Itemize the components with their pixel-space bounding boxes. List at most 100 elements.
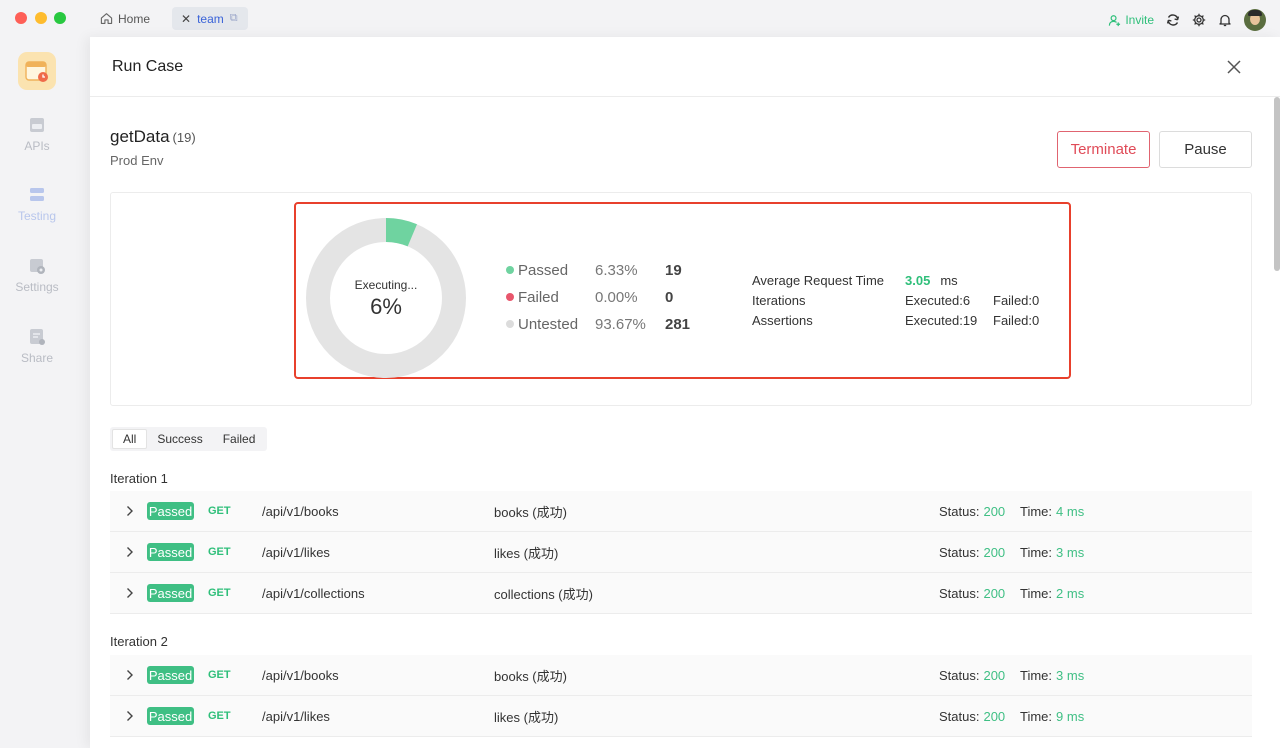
close-icon[interactable] bbox=[1226, 59, 1242, 75]
http-method: GET bbox=[208, 546, 231, 558]
sidebar-item-label: Testing bbox=[17, 209, 57, 223]
add-user-icon bbox=[1109, 14, 1121, 26]
request-path: /api/v1/books bbox=[262, 667, 339, 683]
iteration-title: Iteration 1 bbox=[110, 471, 168, 486]
table-row[interactable]: Passed GET /api/v1/likes likes (成功) Stat… bbox=[110, 532, 1252, 573]
metric-value: 3.05 ms bbox=[905, 273, 958, 288]
sidebar: APIs Testing Settings Share bbox=[0, 37, 90, 748]
sidebar-item-label: Settings bbox=[15, 280, 59, 294]
chevron-right-icon[interactable] bbox=[126, 573, 136, 613]
filter-success[interactable]: Success bbox=[147, 429, 212, 449]
legend-untested: Untested 93.67% 281 bbox=[506, 314, 690, 334]
time-label: Time: bbox=[1020, 667, 1053, 683]
http-method: GET bbox=[208, 505, 231, 517]
tab-team-label: team bbox=[197, 11, 224, 26]
table-row[interactable]: Passed GET /api/v1/books books (成功) Stat… bbox=[110, 655, 1252, 696]
filter-failed[interactable]: Failed bbox=[213, 429, 266, 449]
table-row[interactable]: Passed GET /api/v1/likes likes (成功) Stat… bbox=[110, 696, 1252, 737]
testing-icon bbox=[30, 188, 44, 201]
external-link-icon[interactable]: ⧉ bbox=[230, 12, 238, 25]
legend-percent: 93.67% bbox=[595, 315, 646, 333]
gear-icon[interactable] bbox=[1192, 13, 1206, 27]
iteration-title: Iteration 2 bbox=[110, 634, 168, 649]
http-method: GET bbox=[208, 669, 231, 681]
response-status: Status: 200 bbox=[939, 696, 1005, 736]
request-path: /api/v1/books bbox=[262, 503, 339, 519]
tab-team[interactable]: ✕ team ⧉ bbox=[172, 7, 248, 30]
status-badge: Passed bbox=[147, 543, 194, 561]
legend-passed: Passed 6.33% 19 bbox=[506, 260, 682, 280]
request-path: /api/v1/likes bbox=[262, 544, 330, 560]
failed-dot bbox=[506, 293, 514, 301]
share-icon bbox=[30, 329, 45, 345]
metric-iterations: Iterations Executed:6 Failed:0 bbox=[752, 293, 1072, 311]
close-tab-icon[interactable]: ✕ bbox=[181, 12, 191, 26]
settings-icon bbox=[30, 259, 45, 274]
response-time: Time: 3 ms bbox=[1020, 655, 1084, 695]
chevron-right-icon[interactable] bbox=[126, 696, 136, 736]
sidebar-item-share[interactable]: Share bbox=[0, 327, 74, 365]
table-row[interactable]: Passed GET /api/v1/collections collectio… bbox=[110, 573, 1252, 614]
sidebar-item-settings[interactable]: Settings bbox=[0, 256, 74, 294]
app-logo[interactable] bbox=[18, 52, 56, 90]
invite-button[interactable]: Invite bbox=[1108, 13, 1154, 27]
terminate-button[interactable]: Terminate bbox=[1057, 131, 1150, 168]
status-badge: Passed bbox=[147, 666, 194, 684]
response-time: Time: 2 ms bbox=[1020, 573, 1084, 613]
tab-home[interactable]: Home bbox=[100, 7, 150, 30]
case-name: getData (19) bbox=[110, 127, 196, 147]
avg-request-unit: ms bbox=[940, 273, 958, 288]
request-description: likes (成功) bbox=[494, 545, 559, 561]
time-label: Time: bbox=[1020, 708, 1053, 724]
avatar[interactable] bbox=[1244, 9, 1266, 31]
filter-all[interactable]: All bbox=[112, 429, 148, 449]
scrollbar[interactable] bbox=[1274, 97, 1280, 748]
status-label: Status: bbox=[939, 585, 980, 601]
sidebar-item-apis[interactable]: APIs bbox=[0, 115, 74, 153]
chevron-right-icon[interactable] bbox=[126, 532, 136, 572]
case-count: (19) bbox=[172, 130, 196, 145]
window-minimize-button[interactable] bbox=[35, 12, 47, 24]
scrollbar-thumb[interactable] bbox=[1274, 97, 1280, 271]
table-row[interactable]: Passed GET /api/v1/books books (成功) Stat… bbox=[110, 491, 1252, 532]
time-value: 4 ms bbox=[1056, 503, 1085, 519]
sync-icon[interactable] bbox=[1166, 13, 1180, 27]
metric-avg-request: Average Request Time 3.05 ms bbox=[752, 273, 1072, 291]
avg-request-value: 3.05 bbox=[905, 273, 931, 288]
environment-label: Prod Env bbox=[110, 153, 164, 168]
metric-executed: Executed:19 bbox=[905, 313, 978, 328]
response-time: Time: 9 ms bbox=[1020, 696, 1084, 736]
status-code: 200 bbox=[983, 544, 1006, 560]
chevron-right-icon[interactable] bbox=[126, 491, 136, 531]
http-method: GET bbox=[208, 587, 231, 599]
time-value: 3 ms bbox=[1056, 667, 1085, 683]
status-label: Status: bbox=[939, 667, 980, 683]
untested-dot bbox=[506, 320, 514, 328]
legend-count: 281 bbox=[665, 315, 691, 333]
summary-highlight: Executing... 6% Passed 6.33% 19 Failed 0… bbox=[294, 202, 1071, 379]
window-zoom-button[interactable] bbox=[54, 12, 66, 24]
passed-dot bbox=[506, 266, 514, 274]
request-path: /api/v1/collections bbox=[262, 585, 365, 601]
legend-count: 0 bbox=[665, 288, 674, 306]
bell-icon[interactable] bbox=[1218, 13, 1232, 27]
status-code: 200 bbox=[983, 667, 1006, 683]
metric-label: Iterations bbox=[752, 293, 806, 308]
chevron-right-icon[interactable] bbox=[126, 655, 136, 695]
response-status: Status: 200 bbox=[939, 491, 1005, 531]
invite-label: Invite bbox=[1125, 13, 1154, 27]
metric-label: Average Request Time bbox=[752, 273, 884, 288]
window-close-button[interactable] bbox=[15, 12, 27, 24]
sidebar-item-testing[interactable]: Testing bbox=[0, 185, 74, 223]
sidebar-item-label: Share bbox=[20, 351, 54, 365]
time-value: 2 ms bbox=[1056, 585, 1085, 601]
pause-button[interactable]: Pause bbox=[1159, 131, 1252, 168]
summary-card: Executing... 6% Passed 6.33% 19 Failed 0… bbox=[110, 192, 1252, 406]
legend-count: 19 bbox=[665, 261, 682, 279]
case-name-text: getData bbox=[110, 127, 170, 146]
metric-failed: Failed:0 bbox=[993, 293, 1040, 308]
panel-header: Run Case bbox=[90, 37, 1280, 97]
time-label: Time: bbox=[1020, 585, 1053, 601]
response-time: Time: 4 ms bbox=[1020, 491, 1084, 531]
status-badge: Passed bbox=[147, 707, 194, 725]
